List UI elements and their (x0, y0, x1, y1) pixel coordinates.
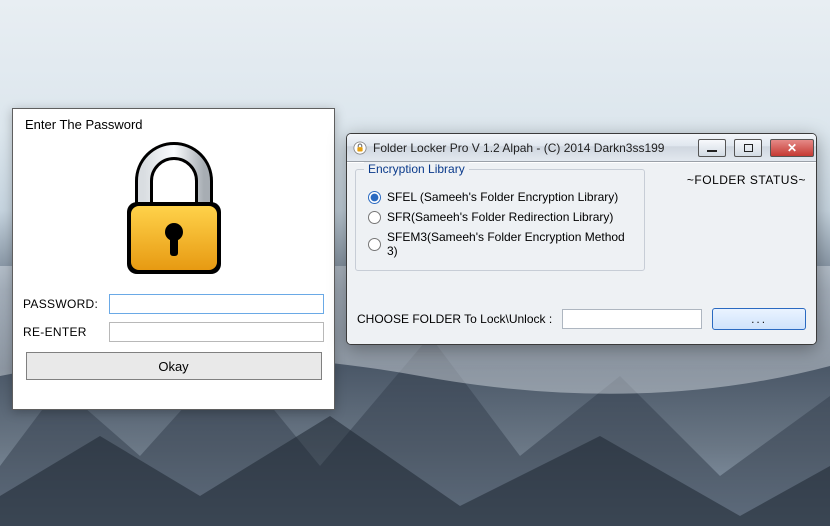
okay-button[interactable]: Okay (26, 352, 322, 380)
close-button[interactable]: ✕ (770, 139, 814, 157)
option-label: SFEL (Sameeh's Folder Encryption Library… (387, 190, 618, 204)
password-row: PASSWORD: (23, 294, 324, 314)
password-input[interactable] (109, 294, 324, 314)
groupbox-legend: Encryption Library (364, 162, 469, 176)
password-label: PASSWORD: (23, 297, 109, 311)
option-sfem3[interactable]: SFEM3(Sameeh's Folder Encryption Method … (368, 230, 634, 258)
browse-button[interactable]: ... (712, 308, 806, 330)
client-area: Encryption Library SFEL (Sameeh's Folder… (347, 162, 816, 344)
reenter-input[interactable] (109, 322, 324, 342)
close-icon: ✕ (787, 142, 797, 154)
password-dialog: Enter The Password PASSWORD: RE-ENTER (12, 108, 335, 410)
app-icon (353, 141, 367, 155)
folder-status-label: ~FOLDER STATUS~ (687, 173, 806, 187)
option-label: SFEM3(Sameeh's Folder Encryption Method … (387, 230, 634, 258)
choose-folder-row: CHOOSE FOLDER To Lock\Unlock : ... (357, 308, 806, 330)
option-label: SFR(Sameeh's Folder Redirection Library) (387, 210, 613, 224)
encryption-options: SFEL (Sameeh's Folder Encryption Library… (356, 170, 644, 270)
option-sfel[interactable]: SFEL (Sameeh's Folder Encryption Library… (368, 190, 634, 204)
window-title: Folder Locker Pro V 1.2 Alpah - (C) 2014… (373, 141, 690, 155)
password-dialog-title: Enter The Password (25, 117, 324, 132)
minimize-button[interactable] (698, 139, 726, 157)
radio-sfr[interactable] (368, 211, 381, 224)
option-sfr[interactable]: SFR(Sameeh's Folder Redirection Library) (368, 210, 634, 224)
lock-icon (23, 136, 324, 286)
titlebar[interactable]: Folder Locker Pro V 1.2 Alpah - (C) 2014… (347, 134, 816, 162)
encryption-groupbox: Encryption Library SFEL (Sameeh's Folder… (355, 169, 645, 271)
radio-sfem3[interactable] (368, 238, 381, 251)
reenter-label: RE-ENTER (23, 325, 109, 339)
radio-sfel[interactable] (368, 191, 381, 204)
maximize-button[interactable] (734, 139, 762, 157)
reenter-row: RE-ENTER (23, 322, 324, 342)
choose-folder-label: CHOOSE FOLDER To Lock\Unlock : (357, 312, 552, 326)
folder-path-input[interactable] (562, 309, 702, 329)
main-window: Folder Locker Pro V 1.2 Alpah - (C) 2014… (346, 133, 817, 345)
